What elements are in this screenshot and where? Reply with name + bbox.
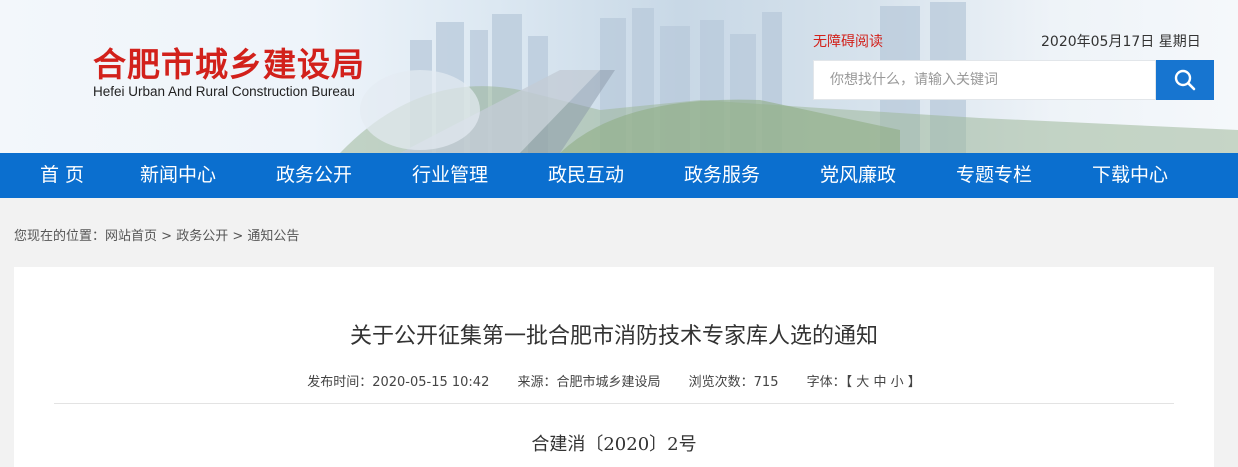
search-box	[813, 60, 1160, 100]
nav-download-center[interactable]: 下载中心	[1092, 153, 1168, 198]
article-title: 关于公开征集第一批合肥市消防技术专家库人选的通知	[349, 324, 878, 349]
font-large-button[interactable]: 大	[856, 375, 869, 390]
publish-time: 发布时间：2020-05-15 10:42	[307, 375, 490, 390]
font-small-button[interactable]: 小	[891, 375, 904, 390]
search-input[interactable]	[814, 61, 1160, 99]
current-date: 2020年05月17日 星期日	[1041, 34, 1201, 50]
article-meta: 发布时间：2020-05-15 10:42 来源：合肥市城乡建设局 浏览次数：7…	[14, 371, 1214, 390]
font-medium-button[interactable]: 中	[873, 375, 886, 390]
breadcrumb-home[interactable]: 网站首页	[105, 229, 157, 244]
site-header: 合肥市城乡建设局 Hefei Urban And Rural Construct…	[0, 0, 1238, 153]
nav-public-interaction[interactable]: 政民互动	[548, 153, 624, 198]
nav-home[interactable]: 首 页	[40, 153, 84, 198]
meta-divider	[54, 403, 1174, 404]
nav-party-integrity[interactable]: 党风廉政	[820, 153, 896, 198]
nav-government-affairs[interactable]: 政务公开	[276, 153, 352, 198]
font-bracket-open: 【	[845, 375, 853, 390]
nav-special-topics[interactable]: 专题专栏	[956, 153, 1032, 198]
breadcrumb: 您现在的位置：网站首页 > 政务公开 > 通知公告	[14, 225, 299, 244]
font-size-control: 字体：【 大 中 小 】	[807, 375, 921, 390]
nav-government-services[interactable]: 政务服务	[684, 153, 760, 198]
accessible-reading-link[interactable]: 无障碍阅读	[813, 31, 883, 51]
font-bracket-close: 】	[907, 375, 921, 390]
breadcrumb-notices[interactable]: 通知公告	[247, 229, 299, 244]
breadcrumb-prefix: 您现在的位置：	[14, 229, 106, 244]
article-source: 来源：合肥市城乡建设局	[517, 375, 661, 390]
site-logo-title[interactable]: 合肥市城乡建设局	[93, 38, 365, 86]
site-logo-subtitle: Hefei Urban And Rural Construction Burea…	[93, 84, 355, 99]
document-number: 合建消〔2020〕2号	[531, 434, 697, 455]
breadcrumb-government-affairs[interactable]: 政务公开	[176, 229, 228, 244]
font-size-label: 字体：	[806, 375, 846, 390]
view-count: 浏览次数：715	[688, 375, 779, 390]
breadcrumb-separator: >	[157, 229, 177, 244]
breadcrumb-separator: >	[228, 229, 248, 244]
article-card: 关于公开征集第一批合肥市消防技术专家库人选的通知 发布时间：2020-05-15…	[14, 267, 1214, 467]
nav-industry-management[interactable]: 行业管理	[412, 153, 488, 198]
main-nav: 首 页 新闻中心 政务公开 行业管理 政民互动 政务服务 党风廉政 专题专栏 下…	[0, 153, 1238, 198]
nav-news-center[interactable]: 新闻中心	[140, 153, 216, 198]
search-icon	[1174, 69, 1196, 91]
search-button[interactable]	[1156, 60, 1214, 100]
